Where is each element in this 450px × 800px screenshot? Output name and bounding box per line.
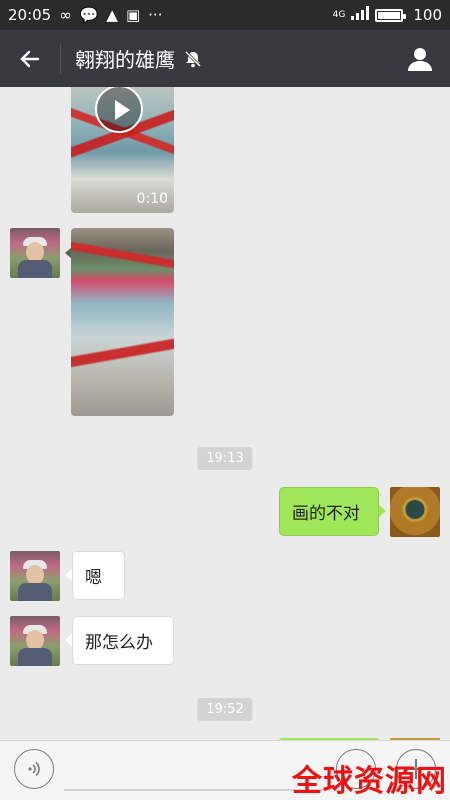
chat-icon: 💬 (79, 6, 99, 24)
chat-title[interactable]: 翱翔的雄鹰 (75, 44, 175, 73)
image-message[interactable] (71, 228, 174, 416)
status-time: 20:05 (8, 6, 52, 24)
received-message[interactable]: 那怎么办 (72, 616, 174, 665)
battery-percent: 100 (413, 6, 442, 24)
my-avatar[interactable] (390, 487, 440, 537)
chat-header: 翱翔的雄鹰 (0, 30, 450, 87)
received-message[interactable]: 嗯 (72, 551, 125, 600)
more-icon: ··· (148, 6, 163, 24)
sent-message[interactable]: 画的不对 (279, 487, 379, 536)
bubble-tail (65, 569, 72, 581)
signal-icon (351, 6, 370, 24)
watermark: 全球资源网 (292, 764, 447, 799)
voice-icon[interactable] (14, 749, 54, 789)
avatar[interactable] (10, 616, 60, 666)
back-arrow-icon[interactable] (0, 30, 60, 87)
message-text: 那怎么办 (85, 633, 153, 653)
painting-image (71, 228, 174, 416)
play-icon[interactable] (95, 87, 143, 133)
message-text: 画的不对 (292, 504, 360, 524)
network-label: 4G (332, 10, 346, 20)
video-duration: 0:10 (136, 191, 168, 207)
bubble-tail (379, 505, 386, 517)
status-bar: 20:05 ∞ 💬 ▲ ▣ ··· 4G 100 (0, 0, 450, 30)
message-text: 嗯 (85, 568, 102, 588)
header-divider (60, 43, 61, 74)
person-icon[interactable] (390, 30, 450, 87)
timestamp: 19:13 (197, 447, 253, 470)
timestamp: 19:52 (197, 698, 253, 721)
battery-icon (375, 8, 407, 22)
infinity-icon: ∞ (59, 6, 72, 24)
qq-icon: ▲ (106, 6, 118, 24)
image-icon: ▣ (125, 6, 141, 24)
bell-muted-icon (183, 49, 203, 69)
video-message[interactable]: 0:10 (71, 87, 174, 213)
bubble-tail (65, 634, 72, 646)
message-list[interactable]: 0:10 19:13 画的不对 嗯 那怎么办 19:52 (0, 87, 450, 740)
message-input[interactable] (64, 789, 330, 791)
avatar[interactable] (10, 228, 60, 278)
avatar[interactable] (10, 551, 60, 601)
